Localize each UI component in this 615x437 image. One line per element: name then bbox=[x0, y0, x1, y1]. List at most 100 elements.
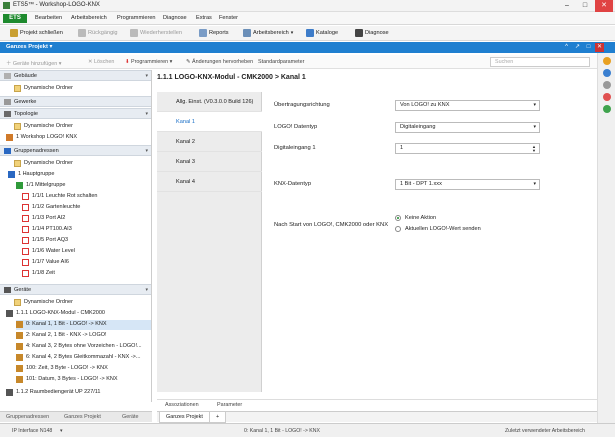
section-devices[interactable]: Geräte ▾ bbox=[0, 284, 151, 295]
workspace-button[interactable]: Arbeitsbereich ▾ bbox=[243, 29, 293, 37]
add-devices-button[interactable]: ＋ Geräte hinzufügen ▾ bbox=[6, 59, 61, 67]
section-topology[interactable]: Topologie ▾ bbox=[0, 108, 151, 119]
tab-kanal-1[interactable]: Kanal 1 bbox=[157, 112, 262, 132]
stepper-down-icon[interactable]: ▼ bbox=[532, 149, 536, 153]
reports-button[interactable]: Reports bbox=[199, 29, 229, 37]
catalogs-button[interactable]: Kataloge bbox=[306, 29, 338, 37]
folder-icon bbox=[14, 85, 21, 92]
group-address-icon bbox=[22, 237, 29, 244]
middle-group-icon bbox=[16, 182, 23, 189]
device-icon bbox=[4, 287, 11, 293]
device-icon bbox=[6, 389, 13, 396]
knx-type-label: KNX-Datentyp bbox=[274, 181, 312, 187]
chevron-down-icon: ▾ bbox=[290, 30, 294, 36]
interface-status[interactable]: IP Interface N148 bbox=[12, 428, 52, 434]
device-icon bbox=[6, 310, 13, 317]
search-input[interactable]: Suchen bbox=[490, 57, 590, 67]
chevron-down-icon[interactable]: ▾ bbox=[145, 73, 148, 79]
close-project-button[interactable]: Projekt schließen bbox=[10, 29, 63, 37]
main-group-icon bbox=[8, 171, 15, 178]
close-panel-button[interactable]: ✕ bbox=[595, 43, 604, 52]
default-params-button[interactable]: Standardparameter bbox=[258, 59, 304, 65]
delete-button[interactable]: ✕ Löschen bbox=[88, 59, 114, 65]
group-address-icon bbox=[22, 204, 29, 211]
tab-group-addresses[interactable]: Gruppenadressen bbox=[6, 414, 49, 420]
digital-input-stepper[interactable]: 1 ▲ ▼ bbox=[395, 143, 540, 154]
comm-object-icon bbox=[16, 365, 23, 372]
group-address-icon bbox=[22, 215, 29, 222]
ets-menu-button[interactable]: ETS bbox=[3, 14, 27, 23]
properties-icon[interactable] bbox=[603, 57, 611, 65]
project-bar: Ganzes Projekt ▾ ^ ↗ □ ✕ bbox=[0, 42, 615, 53]
folder-icon bbox=[14, 123, 21, 130]
collapse-button[interactable]: ^ bbox=[562, 43, 571, 52]
section-trades[interactable]: Gewerke bbox=[0, 96, 151, 107]
menu-bearbeiten[interactable]: Bearbeiten bbox=[35, 15, 62, 21]
tab-kanal-2[interactable]: Kanal 2 bbox=[157, 132, 262, 152]
radio-selected-icon bbox=[395, 215, 401, 221]
todo-icon[interactable] bbox=[603, 93, 611, 101]
undo-button[interactable]: Rückgängig bbox=[78, 29, 118, 37]
search-icon[interactable] bbox=[603, 81, 611, 89]
help-icon[interactable] bbox=[603, 105, 611, 113]
direction-select[interactable]: Von LOGO! zu KNX ▾ bbox=[395, 100, 540, 111]
knx-type-select[interactable]: 1 Bit - DPT 1.xxx ▾ bbox=[395, 179, 540, 190]
chevron-down-icon[interactable]: ▾ bbox=[145, 111, 148, 117]
minimize-button[interactable]: – bbox=[558, 0, 576, 12]
program-button[interactable]: ⬇ Programmieren ▾ bbox=[125, 59, 172, 65]
section-buildings[interactable]: Gebäude ▾ bbox=[0, 70, 151, 81]
menu-fenster[interactable]: Fenster bbox=[219, 15, 238, 21]
add-tab-button[interactable]: + bbox=[209, 412, 227, 423]
catalog-icon bbox=[306, 29, 314, 37]
workspace-icon bbox=[243, 29, 251, 37]
group-address-icon bbox=[22, 270, 29, 277]
tree-bottom-tabs: Gruppenadressen Ganzes Projekt Geräte bbox=[0, 411, 152, 422]
tab-whole-project[interactable]: Ganzes Projekt bbox=[64, 414, 101, 420]
menu-diagnose[interactable]: Diagnose bbox=[163, 15, 187, 21]
info-icon[interactable] bbox=[603, 69, 611, 77]
logo-type-label: LOGO! Datentyp bbox=[274, 124, 318, 130]
doc-tab-whole-project[interactable]: Ganzes Projekt bbox=[159, 412, 210, 423]
menu-arbeitsbereich[interactable]: Arbeitsbereich bbox=[71, 15, 107, 21]
list-item[interactable]: 0: Kanal 1, 1 Bit - LOGO! -> KNX bbox=[16, 320, 151, 330]
redo-button[interactable]: Wiederherstellen bbox=[130, 29, 182, 37]
comm-object-icon bbox=[16, 354, 23, 361]
restart-option-send-value[interactable]: Aktuellen LOGO!-Wert senden bbox=[395, 226, 481, 232]
tab-kanal-4[interactable]: Kanal 4 bbox=[157, 172, 262, 192]
panel-toolbar: ＋ Geräte hinzufügen ▾ ✕ Löschen ⬇ Progra… bbox=[0, 55, 597, 69]
status-bar: IP Interface N148 ▾ 0: Kanal 1, 1 Bit - … bbox=[0, 423, 615, 437]
app-icon bbox=[3, 2, 10, 9]
logo-type-select[interactable]: Digitaleingang ▾ bbox=[395, 122, 540, 133]
restart-option-no-action[interactable]: Keine Aktion bbox=[395, 215, 436, 221]
project-tree: Gebäude ▾ Dynamische Ordner Gewerke Topo… bbox=[0, 70, 152, 402]
chevron-down-icon[interactable]: ▾ bbox=[145, 148, 148, 154]
menu-extras[interactable]: Extras bbox=[196, 15, 212, 21]
chevron-down-icon[interactable]: ▾ bbox=[145, 287, 148, 293]
maximize-panel-button[interactable]: □ bbox=[584, 43, 593, 52]
chevron-down-icon: ▾ bbox=[533, 181, 536, 187]
menu-bar: ETS Bearbeiten Arbeitsbereich Programmie… bbox=[0, 12, 615, 25]
maximize-button[interactable]: □ bbox=[576, 0, 594, 12]
section-group-addresses[interactable]: Gruppenadressen ▾ bbox=[0, 145, 151, 156]
workspace-status: Zuletzt verwendeter Arbeitsbereich bbox=[505, 428, 585, 434]
area-icon bbox=[6, 134, 13, 141]
report-icon bbox=[199, 29, 207, 37]
tab-devices[interactable]: Geräte bbox=[122, 414, 138, 420]
float-button[interactable]: ↗ bbox=[573, 43, 582, 52]
digital-input-label: Digitaleingang 1 bbox=[274, 145, 316, 151]
topology-icon bbox=[4, 111, 11, 117]
menu-programmieren[interactable]: Programmieren bbox=[117, 15, 156, 21]
tab-general-settings[interactable]: Allg. Einst. (V0.3.0.0 Build 126) bbox=[157, 92, 262, 112]
highlight-changes-button[interactable]: ✎ Änderungen hervorheben bbox=[186, 59, 253, 65]
chevron-down-icon[interactable]: ▾ bbox=[60, 428, 63, 434]
close-window-button[interactable]: ✕ bbox=[595, 0, 613, 12]
comm-object-icon bbox=[16, 343, 23, 350]
tab-kanal-3[interactable]: Kanal 3 bbox=[157, 152, 262, 172]
building-icon bbox=[4, 73, 11, 79]
project-title[interactable]: Ganzes Projekt ▾ bbox=[6, 44, 52, 50]
comm-object-icon bbox=[16, 321, 23, 328]
tab-associations[interactable]: Assoziationen bbox=[165, 402, 199, 408]
diagnostics-button[interactable]: Diagnose bbox=[355, 29, 389, 37]
tab-parameters[interactable]: Parameter bbox=[217, 402, 242, 408]
redo-icon bbox=[130, 29, 138, 37]
